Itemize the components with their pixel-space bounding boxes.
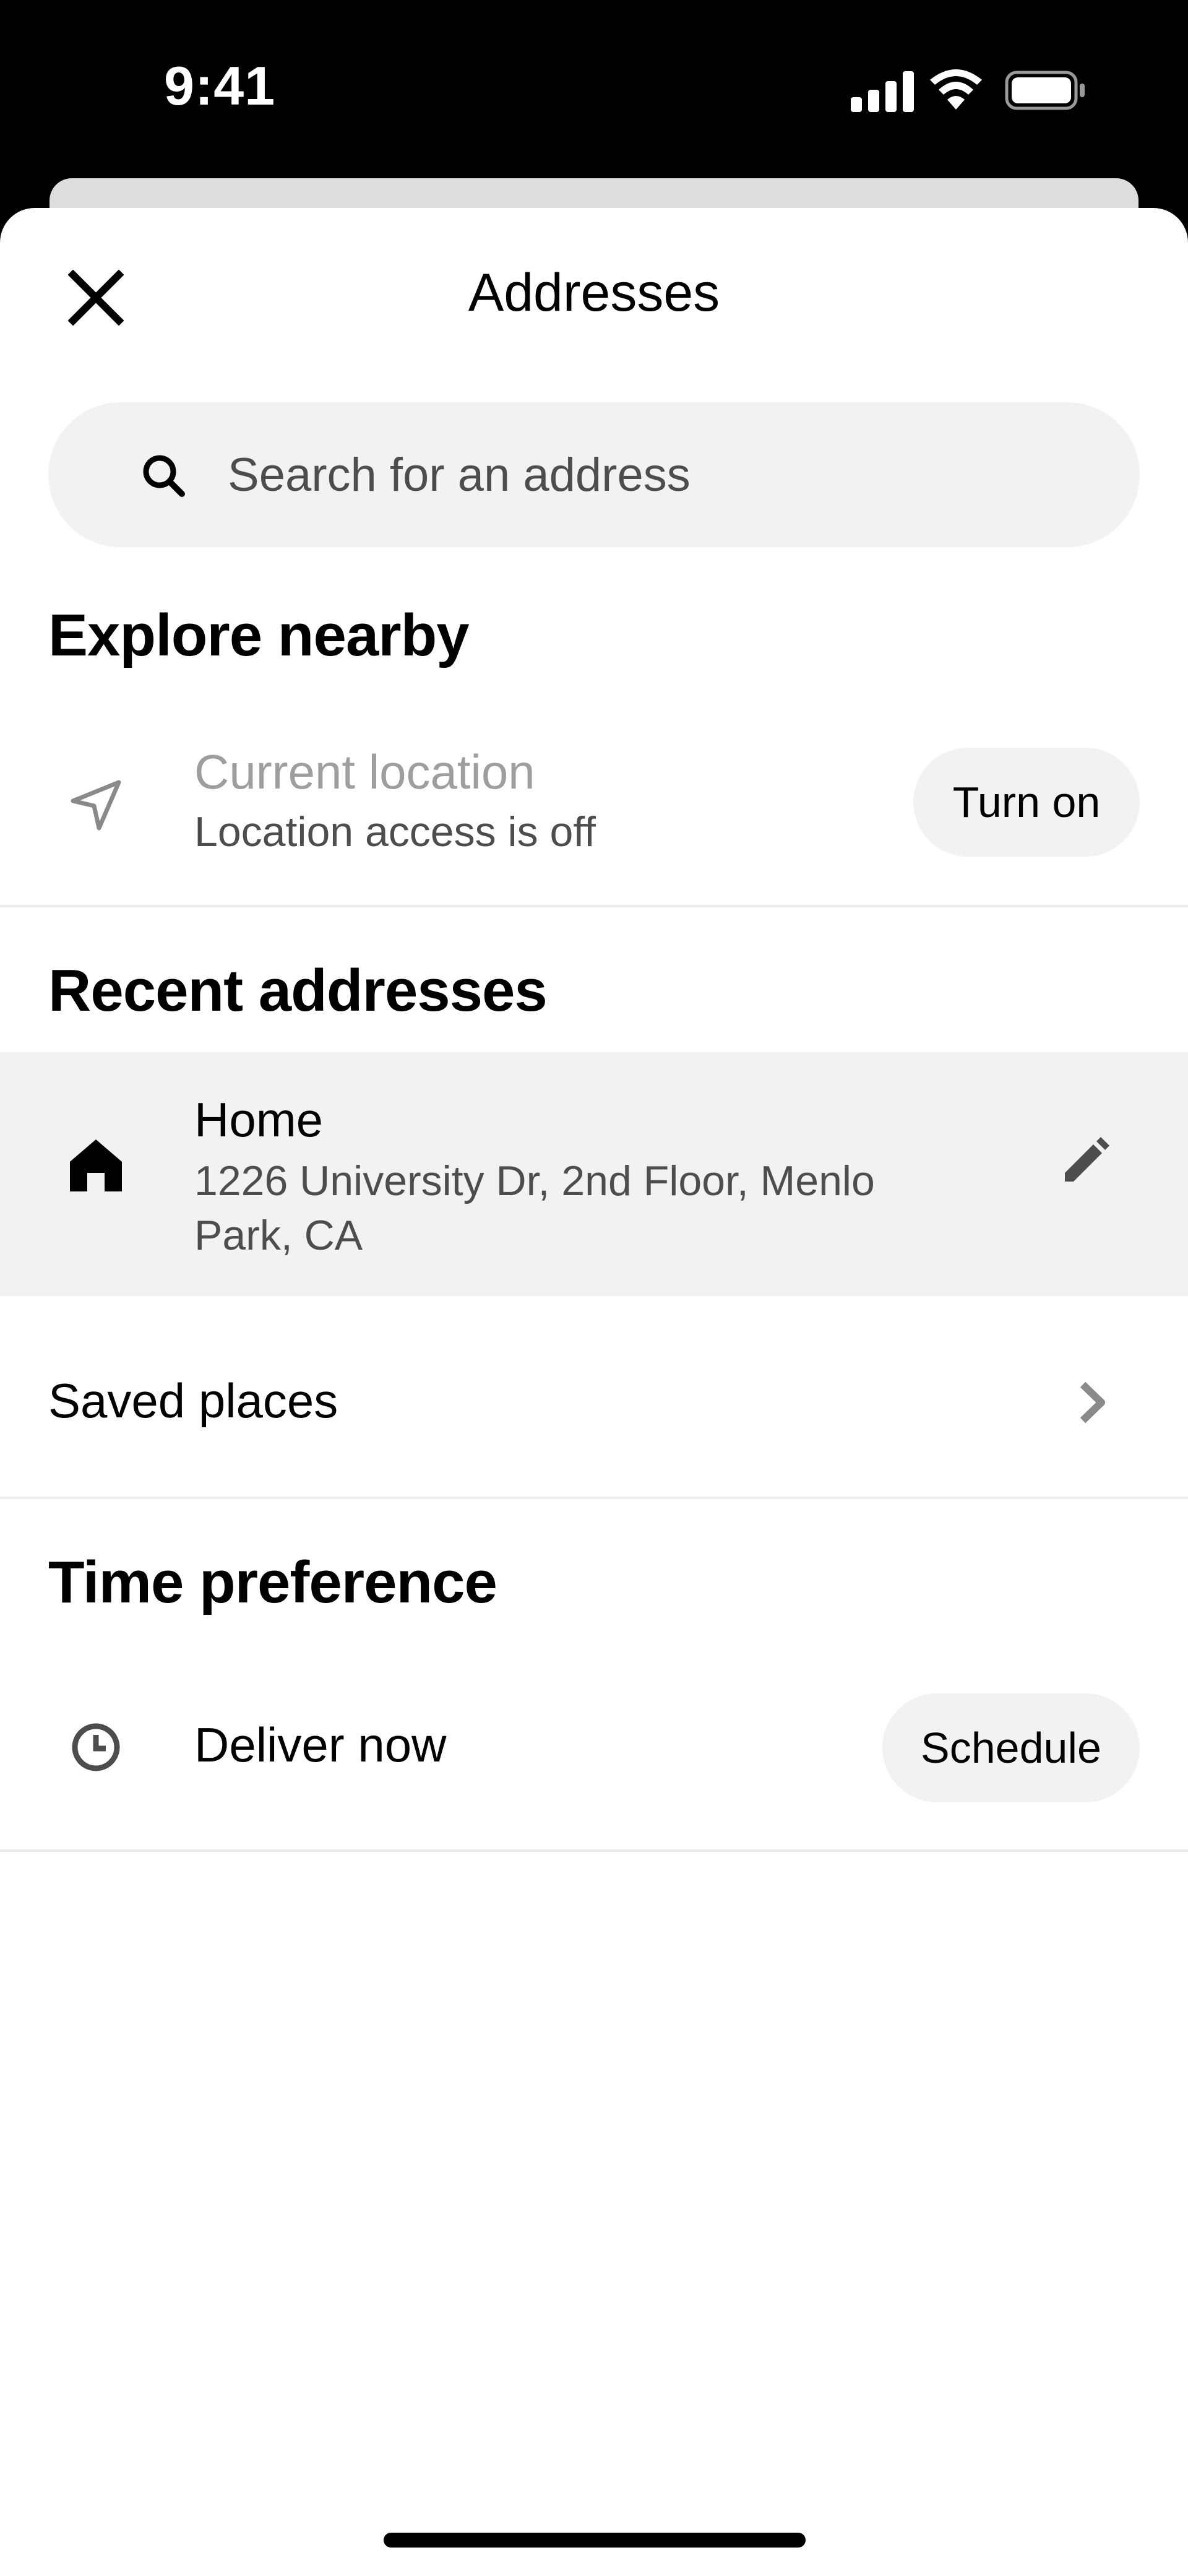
saved-places-link[interactable]: Saved places (48, 1373, 338, 1429)
explore-nearby-heading: Explore nearby (48, 602, 470, 668)
current-location-subtitle: Location access is off (194, 808, 596, 855)
schedule-button[interactable]: Schedule (882, 1693, 1140, 1802)
recent-addresses-heading: Recent addresses (48, 957, 548, 1024)
current-location-title: Current location (194, 745, 535, 799)
pencil-icon (1065, 1137, 1109, 1182)
status-time: 9:41 (164, 55, 276, 116)
cellular-signal-icon (851, 71, 914, 112)
status-bar: 9:41 (0, 0, 1188, 186)
address-text: 1226 University Dr, 2nd Floor, Menlo Par… (194, 1157, 875, 1259)
header: Addresses (0, 208, 1188, 394)
page-title: Addresses (468, 263, 720, 322)
home-indicator[interactable] (384, 2533, 806, 2548)
search-bar[interactable] (48, 402, 1140, 547)
search-input[interactable] (228, 439, 1094, 510)
edit-address-button[interactable] (1052, 1126, 1120, 1195)
status-icons (851, 69, 1085, 112)
wifi-icon (930, 69, 982, 110)
clock-icon (62, 1713, 130, 1781)
recent-address-home[interactable]: Home 1226 University Dr, 2nd Floor, Menl… (0, 1052, 1188, 1296)
address-label: Home (194, 1092, 324, 1147)
divider (0, 1849, 1188, 1852)
home-icon (62, 1131, 130, 1199)
divider (0, 1497, 1188, 1499)
addresses-sheet: Addresses Explore nearby Current locatio… (0, 208, 1188, 2576)
delivery-time: Deliver now (194, 1718, 447, 1772)
chevron-right-icon[interactable] (1064, 1372, 1120, 1433)
time-preference-heading: Time preference (48, 1549, 497, 1615)
battery-icon (1005, 71, 1085, 110)
location-arrow-icon (62, 771, 130, 839)
turn-on-location-button[interactable]: Turn on (913, 748, 1140, 857)
divider (0, 905, 1188, 907)
search-icon (143, 455, 185, 497)
